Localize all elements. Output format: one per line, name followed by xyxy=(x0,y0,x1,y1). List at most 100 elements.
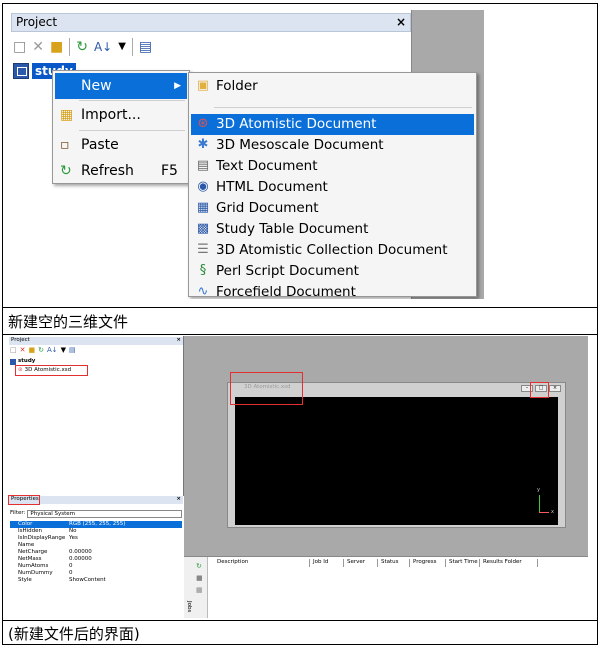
submenu-item-3d-atomistic[interactable]: ⊛ 3D Atomistic Document xyxy=(191,114,474,135)
property-row[interactable]: Name xyxy=(10,542,182,549)
menu-item-new[interactable]: New ▶ xyxy=(55,73,187,99)
menu-separator xyxy=(79,100,185,101)
column-description[interactable]: Description xyxy=(214,559,310,567)
highlight-box xyxy=(230,372,303,405)
grid-icon[interactable]: ▦ xyxy=(196,587,203,594)
forcefield-icon: ∿ xyxy=(197,284,209,299)
property-row[interactable]: IsInDisplayRange Yes xyxy=(10,535,182,542)
atomistic-icon: ⊛ xyxy=(197,116,209,131)
sort-icon[interactable]: A↓ xyxy=(47,346,58,355)
menu-item-refresh[interactable]: ↻ Refresh F5 xyxy=(55,158,187,184)
highlight-box xyxy=(530,382,549,398)
submenu-item-study-table[interactable]: ▩ Study Table Document xyxy=(191,219,474,240)
3d-viewport[interactable]: y x xyxy=(235,397,558,525)
jobs-panel: Jobs ↻ ■ ▦ Description Job Id Server Sta… xyxy=(184,556,588,618)
properties-filter: Filter: Physical System xyxy=(10,510,182,518)
submenu-arrow-icon: ▶ xyxy=(174,81,181,91)
refresh-icon[interactable]: ↻ xyxy=(38,346,44,355)
submenu-item-3d-mesoscale[interactable]: ✱ 3D Mesoscale Document xyxy=(191,135,474,156)
project-panel: Project × □ ✕ ■ ↻ A↓ ▼ ▤ study ⊛ 3D Atom… xyxy=(8,336,184,618)
refresh-icon[interactable]: ↻ xyxy=(196,563,202,570)
table-divider xyxy=(3,620,597,621)
context-menu: New ▶ ▦ Import... ▫ Paste ↻ Refresh F5 xyxy=(52,70,190,184)
caption-bottom: (新建文件后的界面) xyxy=(8,625,140,643)
menu-item-import[interactable]: ▦ Import... xyxy=(55,102,187,128)
y-axis-indicator xyxy=(539,495,540,512)
screenshot-new-menu: Project × □ ✕ ■ ↻ A↓ ▼ ▤ study New ▶ ▦ I… xyxy=(9,10,484,299)
x-axis-label: x xyxy=(551,509,554,515)
import-icon: ▦ xyxy=(60,107,74,123)
mesoscale-icon: ✱ xyxy=(197,137,209,152)
submenu-item-forcefield[interactable]: ∿ Forcefield Document xyxy=(191,282,474,299)
menu-separator xyxy=(79,130,185,131)
delete-icon[interactable]: ✕ xyxy=(32,37,44,57)
tree-item-study[interactable]: study xyxy=(10,358,35,365)
close-button[interactable]: × xyxy=(549,385,561,392)
refresh-icon[interactable]: ↻ xyxy=(76,37,88,57)
study-icon xyxy=(10,358,16,365)
delete-icon[interactable]: ✕ xyxy=(20,346,26,355)
property-row[interactable]: NumDummy 0 xyxy=(10,570,182,577)
project-panel-title: Project × xyxy=(11,13,411,32)
study-icon xyxy=(13,63,29,79)
column-start-time[interactable]: Start Time xyxy=(446,559,480,567)
highlight-box xyxy=(8,495,40,505)
submenu-item-text[interactable]: ▤ Text Document xyxy=(191,156,474,177)
column-server[interactable]: Server xyxy=(344,559,378,567)
html-document-icon: ◉ xyxy=(197,179,209,194)
filter-select[interactable]: Physical System xyxy=(27,510,182,518)
submenu-item-folder[interactable]: ▣ Folder xyxy=(191,76,474,97)
column-results-folder[interactable]: Results Folder xyxy=(480,559,538,567)
project-toolbar: □ ✕ ■ ↻ A↓ ▼ ▤ xyxy=(13,36,152,58)
close-icon[interactable]: × xyxy=(176,496,181,503)
property-row[interactable]: NumAtoms 0 xyxy=(10,563,182,570)
y-axis-label: y xyxy=(537,487,540,493)
dropdown-icon[interactable]: ▼ xyxy=(118,37,126,57)
column-status[interactable]: Status xyxy=(378,559,410,567)
submenu-item-perl-script[interactable]: § Perl Script Document xyxy=(191,261,474,282)
open-folder-icon[interactable]: ■ xyxy=(50,37,63,57)
highlight-box xyxy=(15,365,88,376)
property-row[interactable]: Style ShowContent xyxy=(10,577,182,584)
property-row[interactable]: NetMass 0.00000 xyxy=(10,556,182,563)
perl-script-icon: § xyxy=(199,263,207,278)
open-folder-icon[interactable]: ■ xyxy=(29,346,36,355)
jobs-sidebar: Jobs ↻ ■ ▦ xyxy=(184,557,208,618)
grid-document-icon: ▦ xyxy=(196,200,210,215)
table-divider xyxy=(3,334,597,335)
close-icon[interactable]: × xyxy=(176,337,181,344)
properties-panel: Properties × Filter: Physical System Col… xyxy=(8,495,184,618)
sort-icon[interactable]: A↓ xyxy=(94,37,112,57)
x-axis-indicator xyxy=(539,512,549,513)
project-panel-title: Project × xyxy=(9,337,183,345)
menu-item-paste[interactable]: ▫ Paste xyxy=(55,132,187,158)
toolbar-separator xyxy=(131,38,133,56)
toolbar-separator xyxy=(69,38,71,56)
property-row[interactable]: NetCharge 0.00000 xyxy=(10,549,182,556)
new-icon[interactable]: □ xyxy=(13,37,26,57)
stop-icon[interactable]: ■ xyxy=(196,575,203,582)
help-icon[interactable]: ▤ xyxy=(139,37,152,57)
new-icon[interactable]: □ xyxy=(10,346,17,355)
screenshot-after-new: Project × □ ✕ ■ ↻ A↓ ▼ ▤ study ⊛ 3D Atom… xyxy=(8,336,588,618)
close-icon[interactable]: × xyxy=(396,14,406,31)
refresh-icon: ↻ xyxy=(60,163,72,179)
property-row[interactable]: IsHidden No xyxy=(10,528,182,535)
submenu-item-grid[interactable]: ▦ Grid Document xyxy=(191,198,474,219)
folder-icon: ▣ xyxy=(196,78,210,93)
column-job-id[interactable]: Job Id xyxy=(310,559,344,567)
column-progress[interactable]: Progress xyxy=(410,559,446,567)
project-toolbar: □ ✕ ■ ↻ A↓ ▼ ▤ xyxy=(10,346,76,355)
jobs-table-header: Description Job Id Server Status Progres… xyxy=(214,559,538,567)
study-table-icon: ▩ xyxy=(196,221,210,236)
new-submenu: ▣ Folder ⊛ 3D Atomistic Document ✱ 3D Me… xyxy=(188,72,477,299)
help-icon[interactable]: ▤ xyxy=(69,346,76,355)
jobs-side-label: Jobs xyxy=(186,601,192,613)
table-divider xyxy=(3,307,597,308)
property-row[interactable]: Color RGB (255, 255, 255) xyxy=(10,521,182,528)
submenu-item-3d-atomistic-collection[interactable]: ☰ 3D Atomistic Collection Document xyxy=(191,240,474,261)
paste-icon: ▫ xyxy=(60,137,70,153)
dropdown-icon[interactable]: ▼ xyxy=(61,346,66,355)
collection-icon: ☰ xyxy=(197,242,209,257)
submenu-item-html[interactable]: ◉ HTML Document xyxy=(191,177,474,198)
